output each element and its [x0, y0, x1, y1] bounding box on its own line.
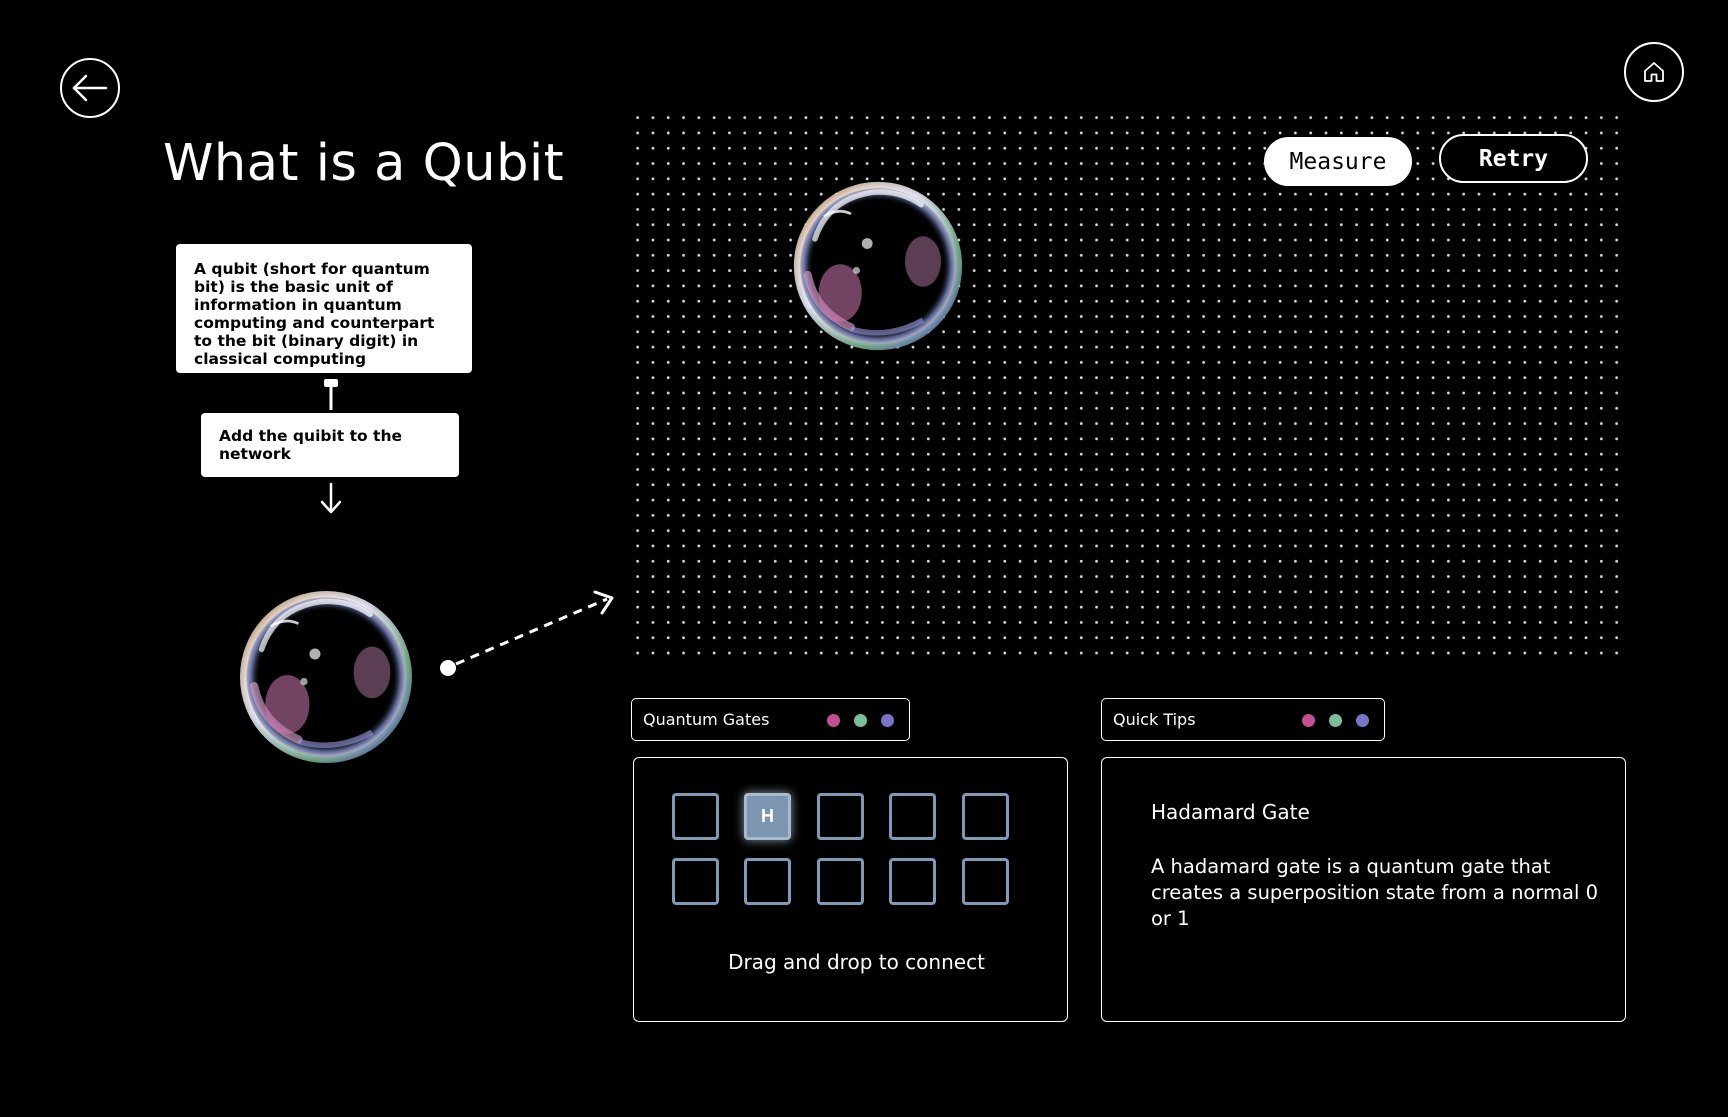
gate-slot[interactable] — [672, 858, 719, 905]
green-dot-icon — [854, 714, 867, 727]
definition-card: A qubit (short for quantum bit) is the b… — [176, 244, 472, 373]
quantum-gates-tab-label: Quantum Gates — [643, 710, 770, 729]
measure-button[interactable]: Measure — [1264, 137, 1412, 186]
green-dot-icon — [1329, 714, 1342, 727]
drag-path-arrow — [440, 590, 614, 676]
page-title: What is a Qubit — [163, 134, 565, 193]
gate-slot[interactable] — [744, 858, 791, 905]
quantum-gates-panel: H Drag and drop to connect — [633, 757, 1068, 1022]
qubit-network-grid[interactable] — [630, 110, 1630, 662]
gate-slot[interactable] — [962, 858, 1009, 905]
gate-slot[interactable] — [817, 858, 864, 905]
gate-slot[interactable] — [889, 793, 936, 840]
arrow-left-icon — [72, 74, 108, 102]
gate-slot[interactable] — [889, 858, 936, 905]
home-button[interactable] — [1624, 42, 1684, 102]
definition-text: A qubit (short for quantum bit) is the b… — [194, 260, 435, 368]
pink-dot-icon — [1302, 714, 1315, 727]
purple-dot-icon — [1356, 714, 1369, 727]
quick-tips-tab[interactable]: Quick Tips — [1101, 698, 1385, 741]
card-connector — [324, 379, 338, 410]
gate-slot[interactable] — [817, 793, 864, 840]
qubit-lesson-screen: What is a Qubit A qubit (short for quant… — [0, 0, 1728, 1117]
window-dots — [1302, 714, 1369, 727]
back-button[interactable] — [60, 58, 120, 118]
drag-hint: Drag and drop to connect — [728, 950, 985, 974]
network-qubit-bubble[interactable] — [788, 176, 968, 356]
retry-button[interactable]: Retry — [1439, 134, 1588, 183]
qubit-bubble[interactable] — [234, 585, 418, 769]
down-arrow-icon — [320, 482, 342, 514]
quick-tips-panel: Hadamard Gate A hadamard gate is a quant… — [1101, 757, 1626, 1022]
instruction-card: Add the quibit to the network — [201, 413, 459, 477]
quick-tips-tab-label: Quick Tips — [1113, 710, 1196, 729]
quantum-gates-tab[interactable]: Quantum Gates — [631, 698, 910, 741]
instruction-text: Add the quibit to the network — [219, 427, 403, 463]
purple-dot-icon — [881, 714, 894, 727]
window-dots — [827, 714, 894, 727]
pink-dot-icon — [827, 714, 840, 727]
gate-slot[interactable] — [962, 793, 1009, 840]
hadamard-gate[interactable]: H — [744, 793, 791, 840]
gate-slot[interactable] — [672, 793, 719, 840]
tip-body: A hadamard gate is a quantum gate that c… — [1151, 855, 1599, 930]
home-icon — [1644, 62, 1664, 82]
tip-title: Hadamard Gate — [1151, 800, 1310, 824]
